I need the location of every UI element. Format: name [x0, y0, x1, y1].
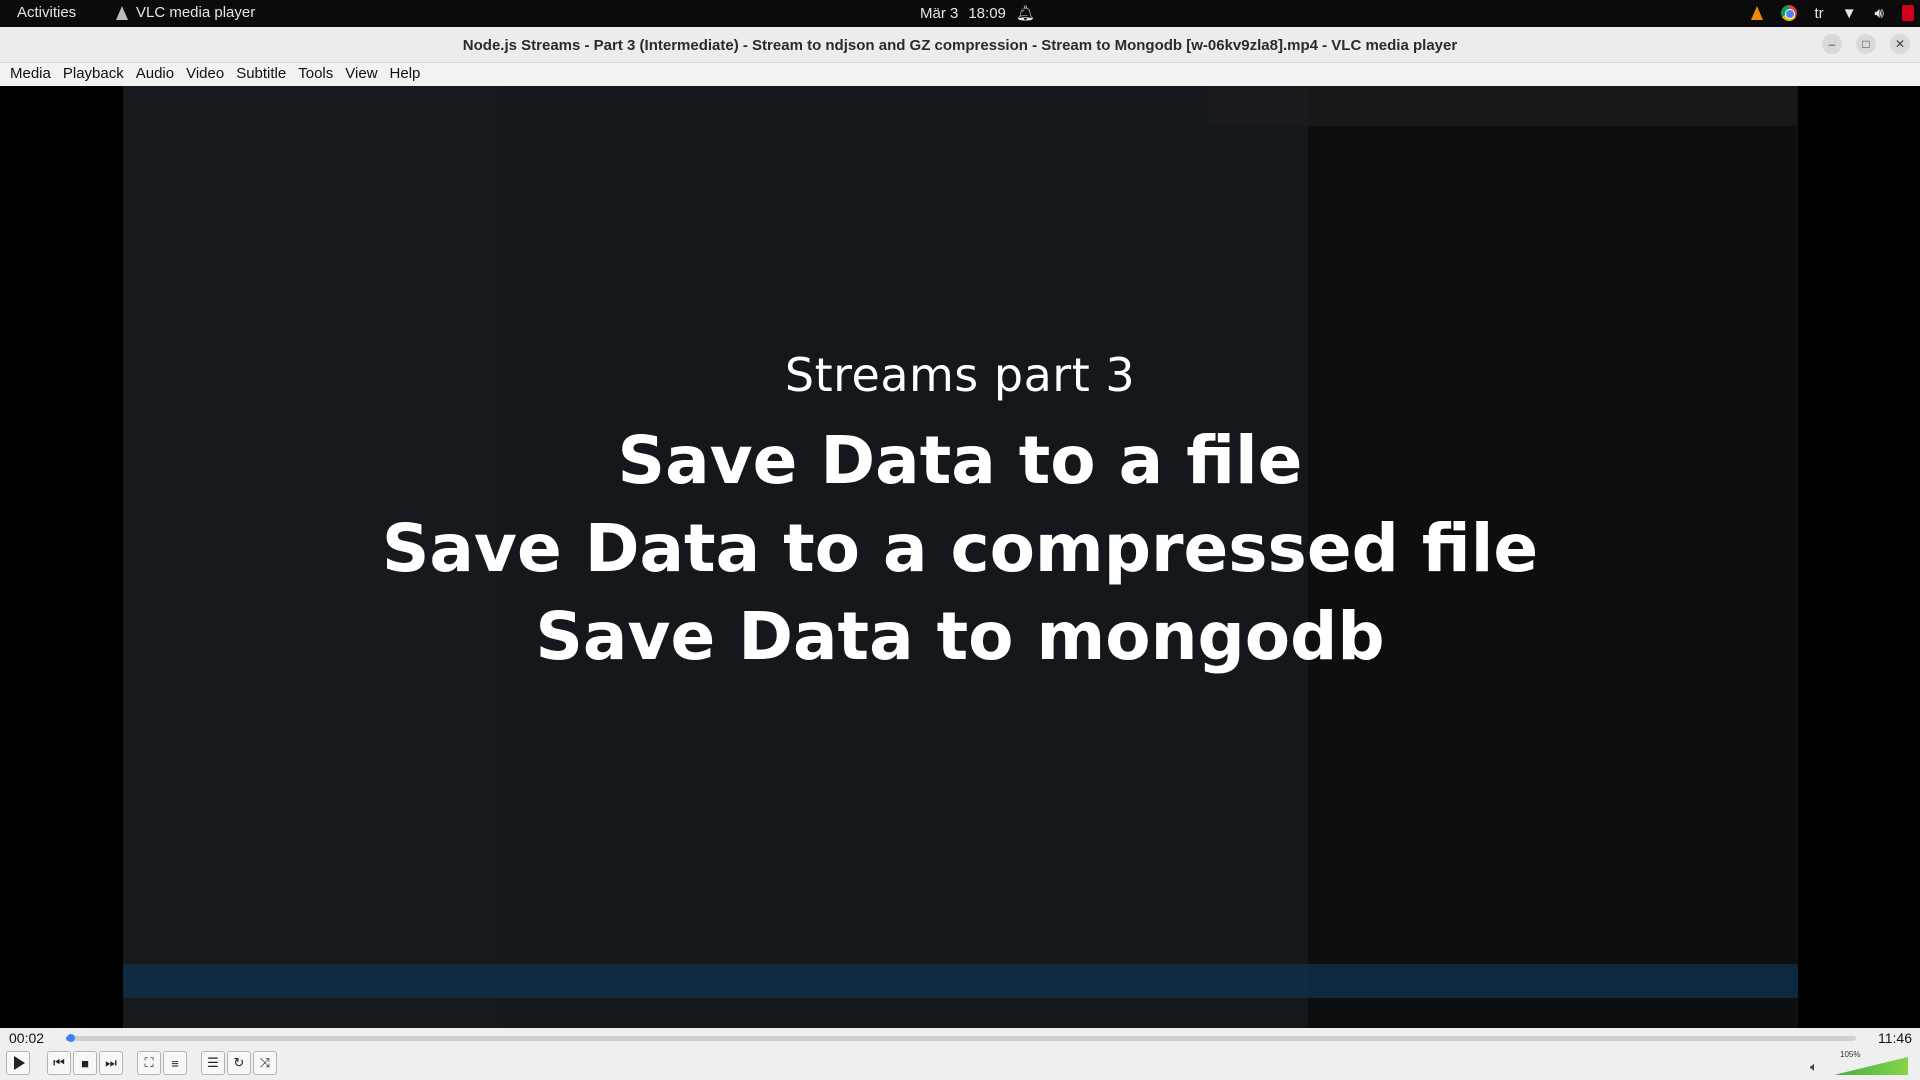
video-title-line-2: Save Data to a compressed file	[381, 510, 1539, 587]
stop-icon: ■	[81, 1055, 89, 1071]
elapsed-time[interactable]: 00:02	[9, 1030, 44, 1046]
menu-audio[interactable]: Audio	[130, 63, 180, 86]
menu-subtitle[interactable]: Subtitle	[230, 63, 292, 86]
previous-button[interactable]: ⏮︎	[47, 1051, 71, 1075]
menu-playback[interactable]: Playback	[57, 63, 130, 86]
window-title-bar: Node.js Streams - Part 3 (Intermediate) …	[0, 27, 1920, 63]
vlc-cone-icon	[116, 5, 128, 20]
app-menu[interactable]: VLC media player	[116, 4, 255, 21]
close-button[interactable]: ✕	[1890, 34, 1910, 54]
seek-slider[interactable]	[66, 1034, 1856, 1042]
playlist-button[interactable]: ☰	[201, 1051, 225, 1075]
volume-icon[interactable]: 🔈︎	[1810, 1059, 1818, 1075]
play-icon	[13, 1056, 25, 1070]
next-icon: ⏭︎	[105, 1055, 117, 1070]
fullscreen-icon: ⛶	[144, 1055, 154, 1070]
speaker-icon[interactable]: 🔊︎	[1875, 5, 1884, 22]
video-subtitle-text: Streams part 3	[784, 348, 1136, 402]
vlc-tray-icon[interactable]	[1750, 6, 1763, 20]
loop-button[interactable]: ↻	[227, 1051, 251, 1075]
fullscreen-button[interactable]: ⛶	[137, 1051, 161, 1075]
bell-icon: 🔔︎	[1015, 5, 1035, 22]
volume-percent: 105%	[1840, 1050, 1861, 1059]
shuffle-icon: ⤨	[259, 1055, 271, 1070]
clock[interactable]: Mär 3 18:09 🔔︎	[920, 4, 1035, 23]
activities-button[interactable]: Activities	[17, 4, 76, 21]
seek-row: 00:02 11:46	[0, 1028, 1920, 1048]
minimize-button[interactable]: –	[1822, 34, 1842, 54]
video-background-statusbar	[123, 964, 1798, 998]
menu-tools[interactable]: Tools	[292, 63, 339, 86]
play-button[interactable]	[6, 1051, 30, 1075]
window-title: Node.js Streams - Part 3 (Intermediate) …	[462, 37, 1458, 54]
playback-controls: ⏮︎ ■ ⏭︎ ⛶ ≡ ☰ ↻ ⤨ 🔈︎ 105%	[0, 1048, 1920, 1080]
maximize-button[interactable]: □	[1856, 34, 1876, 54]
window-controls: – □ ✕	[1822, 34, 1910, 54]
shuffle-button[interactable]: ⤨	[253, 1051, 277, 1075]
total-time[interactable]: 11:46	[1878, 1030, 1912, 1046]
gnome-top-bar: Activities VLC media player Mär 3 18:09 …	[0, 0, 1920, 27]
seek-handle[interactable]	[67, 1034, 76, 1042]
volume-slider[interactable]: 🔈︎ 105%	[1810, 1050, 1914, 1075]
menu-view[interactable]: View	[339, 63, 383, 86]
menu-bar: Media Playback Audio Video Subtitle Tool…	[0, 63, 1920, 86]
video-title-line-1: Save Data to a file	[617, 422, 1303, 499]
video-title-line-3: Save Data to mongodb	[535, 598, 1385, 675]
extended-settings-button[interactable]: ≡	[163, 1051, 187, 1075]
video-area[interactable]: Streams part 3 Save Data to a file Save …	[0, 86, 1920, 1028]
equalizer-icon: ≡	[171, 1055, 179, 1071]
video-background-terminal-tabs	[1208, 86, 1798, 126]
next-button[interactable]: ⏭︎	[99, 1051, 123, 1075]
menu-video[interactable]: Video	[180, 63, 230, 86]
previous-icon: ⏮︎	[53, 1055, 65, 1070]
playlist-icon: ☰	[207, 1055, 219, 1070]
clock-date: Mär 3	[920, 4, 959, 22]
app-name: VLC media player	[136, 4, 256, 21]
loop-icon: ↻	[233, 1055, 245, 1070]
power-icon[interactable]	[1902, 5, 1914, 21]
keyboard-layout[interactable]: tr	[1815, 5, 1824, 22]
wifi-icon[interactable]: ▼	[1842, 5, 1857, 22]
menu-media[interactable]: Media	[4, 63, 57, 86]
clock-time: 18:09	[968, 4, 1006, 22]
stop-button[interactable]: ■	[73, 1051, 97, 1075]
chrome-icon[interactable]	[1780, 5, 1797, 21]
system-tray: tr ▼ 🔊︎	[1750, 2, 1914, 24]
menu-help[interactable]: Help	[384, 63, 427, 86]
